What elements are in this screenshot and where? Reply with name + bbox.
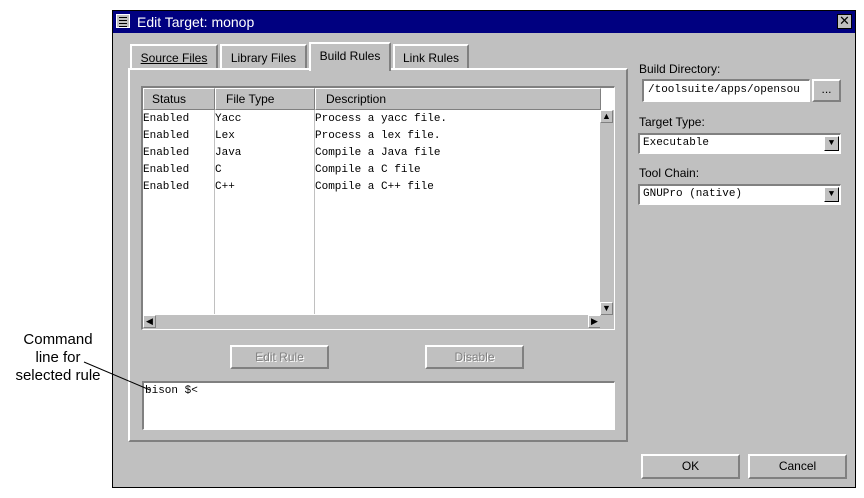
ok-button[interactable]: OK <box>641 454 740 479</box>
cell-description: Process a lex file. <box>315 130 441 142</box>
tab-source-files-label: Source Files <box>140 51 208 65</box>
cell-file-type: C++ <box>215 181 235 193</box>
horizontal-scrollbar[interactable]: ◀ ▶ <box>143 314 601 329</box>
window-menu-icon[interactable] <box>116 14 130 28</box>
build-directory-label: Build Directory: <box>639 62 721 76</box>
tool-chain-label: Tool Chain: <box>639 166 700 180</box>
tool-chain-value: GNUPro (native) <box>643 188 743 200</box>
list-header: Status File Type Description <box>143 88 601 110</box>
callout-line-1: Command <box>23 331 93 348</box>
browse-button[interactable]: ... <box>812 79 841 102</box>
tab-build-rules-label: Build Rules <box>319 49 381 63</box>
edit-rule-button[interactable]: Edit Rule <box>230 345 329 369</box>
tab-build-rules[interactable]: Build Rules <box>309 42 391 71</box>
tab-link-rules[interactable]: Link Rules <box>393 44 469 70</box>
callout-line-3: selected rule <box>15 367 101 384</box>
cell-description: Compile a C file <box>315 164 421 176</box>
chevron-down-icon[interactable]: ▼ <box>824 187 839 202</box>
target-type-value: Executable <box>643 137 710 149</box>
column-header-file-type[interactable]: File Type <box>215 88 315 110</box>
build-directory-input[interactable]: /toolsuite/apps/opensou <box>642 79 810 102</box>
tab-link-rules-label: Link Rules <box>402 51 460 65</box>
table-row[interactable]: Enabled Lex Process a lex file. <box>143 130 601 147</box>
table-row[interactable]: Enabled Java Compile a Java file <box>143 147 601 164</box>
title-bar: Edit Target: monop ✕ <box>113 11 855 33</box>
close-icon[interactable]: ✕ <box>837 14 852 29</box>
target-type-select[interactable]: Executable ▼ <box>638 133 841 154</box>
cell-file-type: Lex <box>215 130 235 142</box>
scroll-up-icon[interactable]: ▲ <box>600 110 613 123</box>
tab-library-files[interactable]: Library Files <box>220 44 307 70</box>
callout-line-2: line for <box>35 349 81 366</box>
cell-file-type: Yacc <box>215 113 242 125</box>
cell-file-type: Java <box>215 147 242 159</box>
scrollbar-corner <box>600 315 614 329</box>
disable-button[interactable]: Disable <box>425 345 524 369</box>
scroll-left-icon[interactable]: ◀ <box>143 315 156 328</box>
cell-status: Enabled <box>143 147 190 159</box>
table-row[interactable]: Enabled Yacc Process a yacc file. <box>143 113 601 130</box>
cell-status: Enabled <box>143 181 190 193</box>
build-rules-list[interactable]: Status File Type Description Enabled Yac… <box>141 86 615 330</box>
tool-chain-select[interactable]: GNUPro (native) ▼ <box>638 184 841 205</box>
tab-source-files[interactable]: Source Files <box>130 44 218 70</box>
column-header-status[interactable]: Status <box>143 88 215 110</box>
command-line-field[interactable]: bison $< <box>142 381 615 430</box>
chevron-down-icon[interactable]: ▼ <box>824 136 839 151</box>
cell-file-type: C <box>215 164 222 176</box>
column-header-description[interactable]: Description <box>315 88 601 110</box>
cell-description: Compile a Java file <box>315 147 441 159</box>
cell-status: Enabled <box>143 130 190 142</box>
table-row[interactable]: Enabled C Compile a C file <box>143 164 601 181</box>
vertical-scrollbar[interactable]: ▲ ▼ <box>599 110 614 315</box>
cell-description: Compile a C++ file <box>315 181 434 193</box>
cell-status: Enabled <box>143 113 190 125</box>
tab-library-files-label: Library Files <box>230 51 297 65</box>
scroll-down-icon[interactable]: ▼ <box>600 302 613 315</box>
cell-description: Process a yacc file. <box>315 113 448 125</box>
target-type-label: Target Type: <box>639 115 705 129</box>
callout-annotation: Command line for selected rule <box>8 331 108 385</box>
cancel-button[interactable]: Cancel <box>748 454 847 479</box>
table-row[interactable]: Enabled C++ Compile a C++ file <box>143 181 601 198</box>
cell-status: Enabled <box>143 164 190 176</box>
window-title: Edit Target: monop <box>137 14 255 30</box>
